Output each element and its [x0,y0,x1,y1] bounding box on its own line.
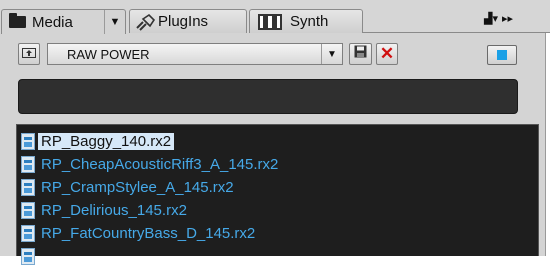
tab-media[interactable]: Media ▼ [1,9,126,34]
list-item[interactable]: RP_CheapAcousticRiff3_A_145.rx2 [21,154,281,174]
media-browser-panel: Media ▼ PlugIns Synth ▟▾ ▸▸ RAW POWER ▼ … [0,0,550,265]
dock-controls[interactable]: ▟▾ ▸▸ [484,12,513,25]
audio-file-icon [21,247,35,265]
chevron-down-icon[interactable]: ▼ [104,10,125,34]
tab-plugins[interactable]: PlugIns [129,9,247,33]
expand-icon[interactable]: ▸▸ [502,12,513,25]
audio-file-icon [21,155,35,173]
view-mode-button[interactable] [487,45,517,65]
file-name: RP_Delirious_145.rx2 [41,201,187,219]
tab-bar: Media ▼ PlugIns Synth ▟▾ ▸▸ [0,0,550,34]
file-name: RP_CrampStylee_A_145.rx2 [41,178,234,196]
audio-file-icon [21,224,35,242]
tab-media-label: Media [32,13,73,31]
file-name: RP_CheapAcousticRiff3_A_145.rx2 [41,155,279,173]
dock-icon[interactable]: ▟▾ [484,12,498,25]
folder-icon [9,13,26,28]
audio-file-icon [21,132,35,150]
save-button[interactable] [349,43,372,65]
search-input[interactable] [18,79,518,114]
chevron-down-icon[interactable]: ▼ [321,44,342,64]
tab-synth[interactable]: Synth [249,9,363,33]
tab-synth-label: Synth [290,13,329,30]
preset-value: RAW POWER [67,46,150,62]
folder-up-icon [22,45,36,63]
list-item[interactable]: RP_CrampStylee_A_145.rx2 [21,177,237,197]
list-item[interactable] [21,246,38,266]
folder-up-button[interactable] [18,43,40,65]
delete-button[interactable]: ✕ [376,43,398,65]
list-item[interactable]: RP_FatCountryBass_D_145.rx2 [21,223,258,243]
tab-plugins-label: PlugIns [158,13,209,30]
list-item[interactable]: RP_Baggy_140.rx2 [21,131,175,151]
file-name: RP_FatCountryBass_D_145.rx2 [41,224,256,242]
view-mode-icon [497,50,507,60]
list-item[interactable]: RP_Delirious_145.rx2 [21,200,190,220]
audio-file-icon [21,201,35,219]
audio-file-icon [21,178,35,196]
file-name: RP_Baggy_140.rx2 [38,132,175,150]
close-icon: ✕ [379,44,395,63]
save-icon [354,45,367,63]
file-list[interactable]: RP_Baggy_140.rx2 RP_CheapAcousticRiff3_A… [16,124,539,265]
plug-icon [134,13,156,31]
preset-select[interactable]: RAW POWER ▼ [47,43,343,65]
synth-icon [258,13,282,30]
